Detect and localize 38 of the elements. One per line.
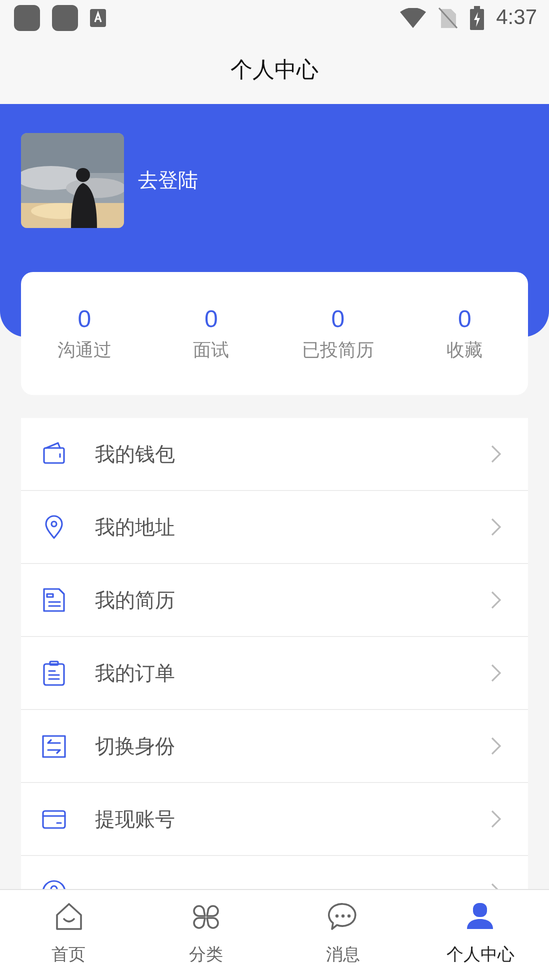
menu-item[interactable]: 我的订单: [21, 637, 528, 710]
clipboard-icon: [41, 660, 67, 686]
login-link[interactable]: 去登陆: [138, 167, 198, 194]
document-icon: [41, 587, 67, 613]
tab-item[interactable]: 消息: [274, 890, 412, 977]
tab-item[interactable]: 个人中心: [412, 890, 549, 977]
battery-icon: [470, 6, 484, 30]
chevron-right-icon: [490, 809, 502, 829]
stat-label: 沟通过: [57, 338, 112, 362]
tab-item[interactable]: 首页: [0, 890, 138, 977]
stat-label: 已投简历: [302, 338, 374, 362]
chevron-right-icon: [490, 590, 502, 610]
stat-label: 面试: [193, 338, 230, 362]
chevron-right-icon: [490, 517, 502, 537]
menu-item[interactable]: 切换身份: [21, 710, 528, 783]
chevron-right-icon: [490, 444, 502, 464]
page-title: 个人中心: [230, 57, 318, 85]
menu-item[interactable]: 我的地址: [21, 491, 528, 564]
stat-count: 0: [204, 306, 218, 334]
chat-bubble-icon: [327, 901, 360, 933]
no-sim-icon: [438, 7, 458, 29]
chevron-right-icon: [490, 736, 502, 756]
chevron-right-icon: [490, 663, 502, 683]
menu-item[interactable]: 我的钱包: [21, 418, 528, 491]
stat-label: 收藏: [446, 338, 483, 362]
status-time: 4:37: [496, 6, 537, 30]
notification-icon: [52, 5, 78, 31]
stat-count: 0: [331, 306, 345, 334]
menu-item[interactable]: 我的简历: [21, 564, 528, 637]
wallet-icon: [41, 441, 67, 467]
keyboard-icon: [90, 9, 106, 27]
stat-count: 0: [458, 306, 472, 334]
wifi-icon: [400, 8, 426, 28]
swap-arrows-icon: [41, 733, 67, 759]
tab-item[interactable]: 分类: [137, 890, 274, 977]
stat-count: 0: [78, 306, 92, 334]
notification-icon: [14, 5, 40, 31]
menu-item[interactable]: 提现账号: [21, 783, 528, 856]
